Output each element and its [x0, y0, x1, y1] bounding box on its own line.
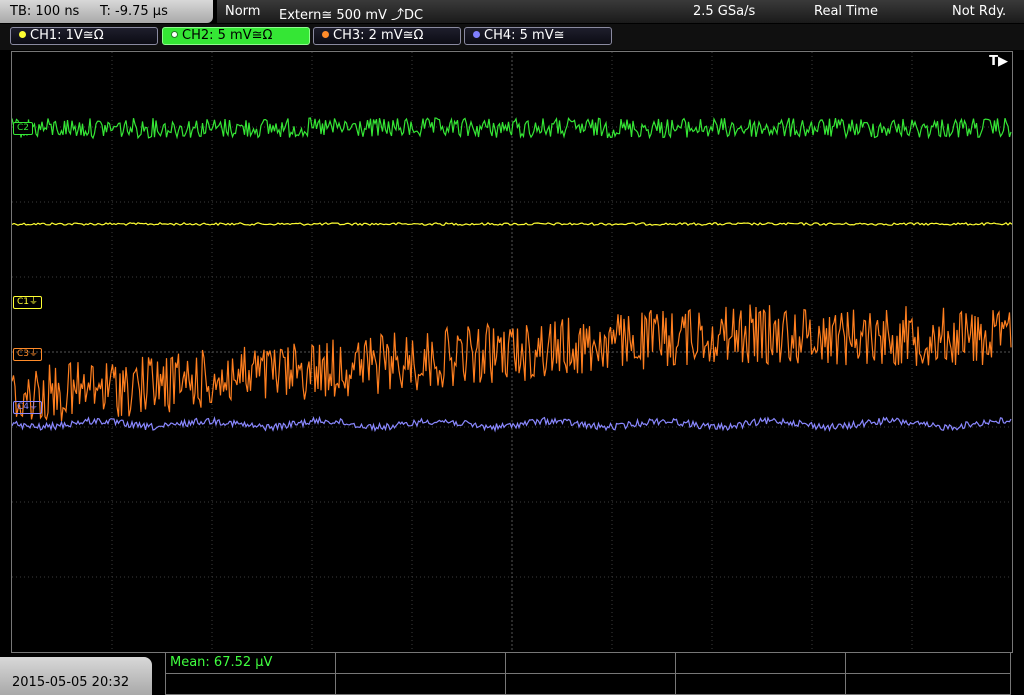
- date-time: 2015-05-05 20:32: [12, 675, 130, 690]
- measurement-divider: [166, 673, 1010, 674]
- ch3-color-icon: [322, 31, 329, 38]
- ch1-label: CH1: 1V≅Ω: [30, 28, 104, 43]
- measurement-bar[interactable]: Mean: 67.52 µV: [165, 652, 1011, 695]
- channel-tab-ch4[interactable]: CH4: 5 mV≅: [464, 27, 612, 45]
- waveform-display[interactable]: T▶ C1⏚ C3⏚ C4⏚ C2: [11, 51, 1013, 653]
- ch1-trace: [12, 222, 1012, 226]
- ch3-trace: [12, 304, 1012, 422]
- trigger-mode[interactable]: Norm: [225, 4, 260, 19]
- timebase-readout: TB: 100 ns: [10, 4, 80, 19]
- graticule-grid: [12, 52, 1012, 652]
- channel-tab-ch1[interactable]: CH1: 1V≅Ω: [10, 27, 158, 45]
- ch2-ground-marker[interactable]: C2: [13, 122, 34, 135]
- channel-tab-ch3[interactable]: CH3: 2 mV≅Ω: [313, 27, 461, 45]
- trigger-source[interactable]: Extern≅ 500 mV ⤴DC: [279, 4, 423, 23]
- ch3-ground-marker[interactable]: C3⏚: [13, 348, 43, 361]
- ch1-ground-marker[interactable]: C1⏚: [13, 296, 43, 309]
- mean-measurement: Mean: 67.52 µV: [170, 655, 273, 670]
- trigger-position-marker[interactable]: T▶: [989, 54, 1008, 69]
- date-time-panel: 2015-05-05 20:32: [0, 657, 152, 695]
- ch1-color-icon: [19, 31, 26, 38]
- channel-tab-ch2[interactable]: CH2: 5 mV≅Ω: [162, 27, 310, 45]
- ch2-label: CH2: 5 mV≅Ω: [182, 28, 273, 43]
- ch4-label: CH4: 5 mV≅: [484, 28, 565, 43]
- acquisition-mode: Real Time: [814, 4, 878, 19]
- timebase-panel[interactable]: TB: 100 ns T: -9.75 µs: [0, 0, 213, 23]
- acquisition-status-bar[interactable]: Norm Extern≅ 500 mV ⤴DC 2.5 GSa/s Real T…: [217, 0, 1024, 23]
- ch4-color-icon: [473, 31, 480, 38]
- trigger-time-readout: T: -9.75 µs: [100, 4, 168, 19]
- ch3-label: CH3: 2 mV≅Ω: [333, 28, 424, 43]
- acquisition-state: Not Rdy.: [952, 4, 1007, 19]
- channel-tab-bar: CH1: 1V≅Ω CH2: 5 mV≅Ω CH3: 2 mV≅Ω CH4: 5…: [0, 24, 1024, 50]
- waveform-canvas: [12, 52, 1012, 652]
- sample-rate: 2.5 GSa/s: [693, 4, 756, 19]
- ch2-color-icon: [171, 31, 178, 38]
- ch4-ground-marker[interactable]: C4⏚: [13, 401, 43, 414]
